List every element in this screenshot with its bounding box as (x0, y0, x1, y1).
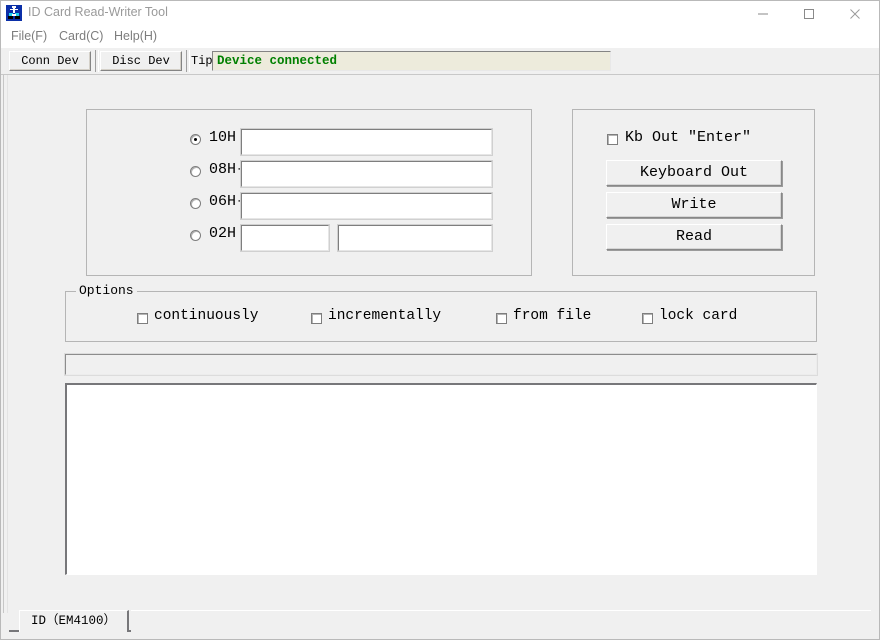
close-icon (850, 8, 860, 19)
input-04h[interactable] (337, 224, 493, 252)
menu-item-file[interactable]: File(F) (11, 29, 47, 43)
maximize-button[interactable] (786, 1, 832, 26)
tip-status-text: Device connected (217, 54, 338, 68)
close-button[interactable] (832, 1, 878, 26)
title-bar: ID Card Read-Writer Tool (1, 1, 879, 26)
kb-out-enter-label: Kb Out ″Enter″ (625, 129, 752, 146)
menu-item-help[interactable]: Help(H) (114, 29, 157, 43)
from-file-label: from file (513, 308, 592, 324)
toolbar-separator-1 (95, 50, 99, 72)
tab-id-em4100[interactable]: ID（EM4100） (19, 610, 129, 632)
window-bottom-fill (1, 632, 879, 639)
tip-label: Tip (191, 54, 213, 68)
continuously-checkbox[interactable] (137, 313, 148, 324)
input-02h[interactable] (240, 224, 330, 252)
conn-dev-button[interactable]: Conn Dev (9, 51, 91, 71)
app-icon (6, 5, 22, 21)
incrementally-label: incrementally (328, 308, 442, 324)
keyboard-out-button[interactable]: Keyboard Out (606, 160, 782, 186)
menu-item-card[interactable]: Card(C) (59, 29, 103, 43)
options-group-legend: Options (76, 283, 137, 298)
tab-strip: ID（EM4100） (9, 610, 871, 634)
toolbar: Conn Dev Disc Dev Tip Device connected (1, 48, 879, 75)
input-10h[interactable] (240, 128, 493, 156)
kb-out-enter-checkbox[interactable] (607, 134, 618, 145)
maximize-icon (804, 8, 814, 19)
input-06h[interactable] (240, 192, 493, 220)
minimize-button[interactable] (740, 1, 786, 26)
tab-strip-filler (131, 610, 871, 632)
options-group: Options continuously incrementally from … (65, 283, 817, 342)
input-08h[interactable] (240, 160, 493, 188)
incrementally-checkbox[interactable] (311, 313, 322, 324)
lock-card-checkbox[interactable] (642, 313, 653, 324)
radio-02h-04h[interactable] (190, 230, 201, 241)
menu-bar: File(F) Card(C) Help(H) (1, 26, 879, 48)
log-text-area[interactable] (65, 383, 817, 575)
radio-08h-10d[interactable] (190, 166, 201, 177)
write-button[interactable]: Write (606, 192, 782, 218)
minimize-icon (758, 13, 768, 14)
radio-10h[interactable] (190, 134, 201, 145)
read-button[interactable]: Read (606, 224, 782, 250)
progress-bar (64, 353, 818, 376)
application-window: ID Card Read-Writer Tool File(F) Card(C)… (0, 0, 880, 640)
card-format-group: 10H 08H---10D 06H---10D 02H + 04H (86, 109, 532, 276)
toolbar-separator-2 (186, 50, 190, 72)
radio-06h-10d[interactable] (190, 198, 201, 209)
window-title: ID Card Read-Writer Tool (28, 5, 168, 19)
tip-field: Device connected (212, 51, 611, 71)
disc-dev-button[interactable]: Disc Dev (100, 51, 182, 71)
from-file-checkbox[interactable] (496, 313, 507, 324)
lock-card-label: lock card (659, 308, 738, 324)
continuously-label: continuously (154, 308, 259, 324)
radio-10h-label: 10H (209, 129, 237, 146)
action-group: Kb Out ″Enter″ Keyboard Out Write Read (572, 109, 815, 276)
